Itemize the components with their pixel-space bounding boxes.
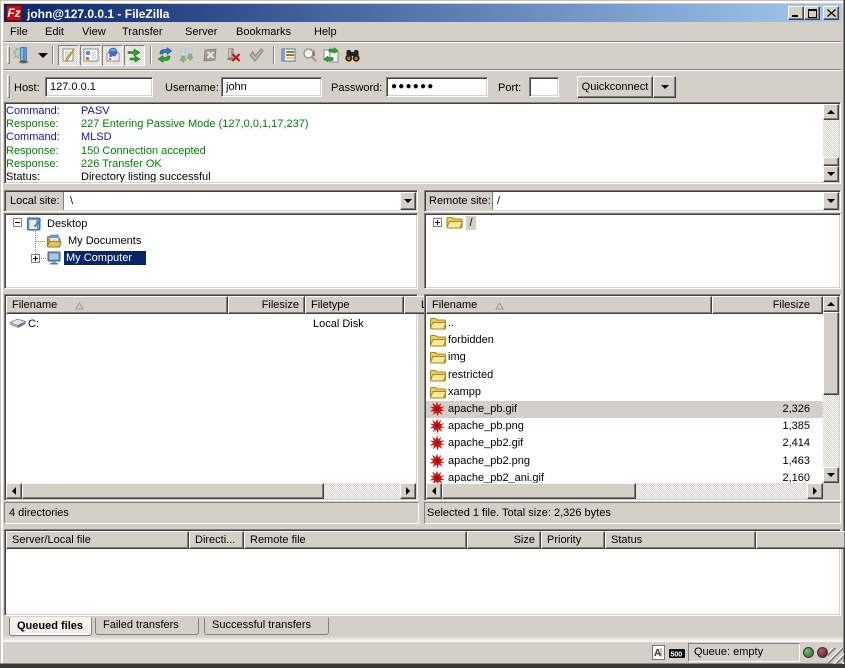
svg-text:A: A	[654, 648, 661, 659]
svg-text:500: 500	[671, 652, 683, 659]
